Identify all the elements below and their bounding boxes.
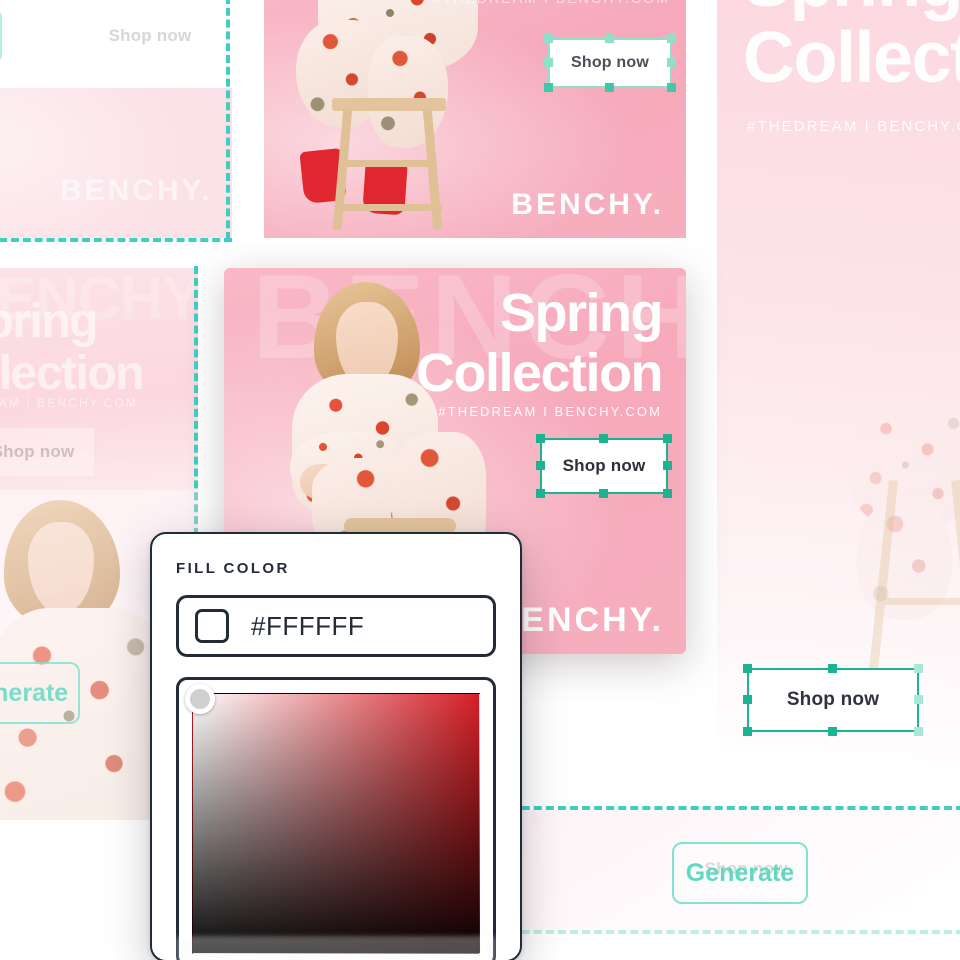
guide-line-horizontal-top <box>0 238 232 242</box>
resize-handle-bottom-right[interactable] <box>663 489 672 498</box>
resize-handle-middle-right[interactable] <box>914 695 923 704</box>
banner-title-line2: Collection <box>0 347 145 400</box>
stool <box>312 84 462 231</box>
resize-handle-bottom-center[interactable] <box>605 83 614 92</box>
resize-handle-top-left[interactable] <box>743 664 752 673</box>
selection-frame[interactable]: Shop now <box>536 434 672 498</box>
selection-frame[interactable]: Shop now <box>743 664 923 736</box>
shop-now-label: Shop now <box>0 442 75 461</box>
shop-now-label: Shop now <box>108 26 192 45</box>
generate-button-label: Generate <box>685 858 795 887</box>
hue-slider[interactable] <box>176 934 496 960</box>
banner-title-line2: Collection <box>415 343 664 403</box>
resize-handle-top-center[interactable] <box>605 34 614 43</box>
banner-title-line1: Spring <box>0 295 99 348</box>
banner-subtitle: #THEDREAM I BENCHY.COM <box>747 118 960 135</box>
resize-handle-top-right[interactable] <box>667 34 676 43</box>
shop-now-button[interactable]: Shop now <box>542 440 666 492</box>
banner-title-line1: Spring <box>500 283 664 343</box>
selection-frame[interactable]: Shop now <box>544 34 676 92</box>
panel-title: FILL COLOR <box>176 560 290 577</box>
resize-handle-top-right[interactable] <box>914 664 923 673</box>
resize-handle-middle-left[interactable] <box>544 58 553 67</box>
resize-handle-middle-right[interactable] <box>667 58 676 67</box>
saturation-value-box[interactable] <box>176 677 496 960</box>
color-swatch-preview[interactable] <box>195 609 229 643</box>
resize-handle-bottom-center[interactable] <box>828 727 837 736</box>
banner-right-tall[interactable]: Spring Collection #THEDREAM I BENCHY.COM… <box>717 0 960 778</box>
banner-subtitle: #THEDREAM I BENCHY.COM <box>0 396 139 410</box>
resize-handle-bottom-center[interactable] <box>599 489 608 498</box>
hex-value[interactable]: #FFFFFF <box>251 611 364 642</box>
hex-input-row[interactable]: #FFFFFF <box>176 595 496 657</box>
generate-button-label: Generate <box>0 22 1 51</box>
resize-handle-bottom-left[interactable] <box>544 83 553 92</box>
generate-button[interactable]: Generate <box>0 8 2 64</box>
resize-handle-top-center[interactable] <box>828 664 837 673</box>
resize-handle-bottom-left[interactable] <box>743 727 752 736</box>
fill-color-panel[interactable]: FILL COLOR #FFFFFF <box>150 532 522 960</box>
stool <box>857 480 960 680</box>
generate-button-label: Generate <box>0 678 69 707</box>
saturation-value-gradient[interactable] <box>192 693 480 954</box>
banner-left-mid[interactable]: BENCHY Spring Collection #THEDREAM I BEN… <box>0 268 198 490</box>
resize-handle-top-right[interactable] <box>663 434 672 443</box>
shop-now-button[interactable]: Shop now <box>749 670 917 730</box>
hue-slider-knob[interactable] <box>479 934 490 960</box>
guide-line-vertical-left <box>226 0 230 240</box>
banner-title-line1: Spring <box>743 0 960 19</box>
resize-handle-bottom-right[interactable] <box>667 83 676 92</box>
brand-wordmark: BENCHY. <box>60 174 213 207</box>
resize-handle-top-left[interactable] <box>536 434 545 443</box>
canvas-stage: Generate Shop now BENCHY. #THEDREAM I BE… <box>0 0 960 960</box>
shop-now-button[interactable]: Shop now <box>550 40 670 86</box>
resize-handle-middle-left[interactable] <box>536 461 545 470</box>
shop-now-label: Shop now <box>570 54 650 71</box>
color-picker-knob[interactable] <box>185 684 215 714</box>
resize-handle-bottom-left[interactable] <box>536 489 545 498</box>
banner-subtitle: #THEDREAM I BENCHY.COM <box>438 404 662 419</box>
shop-now-label: Shop now <box>562 456 646 475</box>
resize-handle-middle-left[interactable] <box>743 695 752 704</box>
resize-handle-top-left[interactable] <box>544 34 553 43</box>
generate-button[interactable]: Generate <box>672 842 808 904</box>
banner-top-left[interactable]: Generate Shop now BENCHY. <box>0 0 232 238</box>
generate-button[interactable]: Generate <box>0 662 80 724</box>
brand-wordmark: BENCHY. <box>511 188 664 221</box>
banner-title-line2: Collection <box>743 18 960 98</box>
resize-handle-middle-right[interactable] <box>663 461 672 470</box>
resize-handle-bottom-right[interactable] <box>914 727 923 736</box>
banner-top-wide[interactable]: #THEDREAM I BENCHY.COM Shop now BENCHY. <box>264 0 686 238</box>
shop-now-button[interactable]: Shop now <box>0 428 94 476</box>
shop-now-label: Shop now <box>786 689 880 710</box>
resize-handle-top-center[interactable] <box>599 434 608 443</box>
banner-subtitle: #THEDREAM I BENCHY.COM <box>433 0 670 6</box>
shop-now-button[interactable]: Shop now <box>90 12 210 60</box>
